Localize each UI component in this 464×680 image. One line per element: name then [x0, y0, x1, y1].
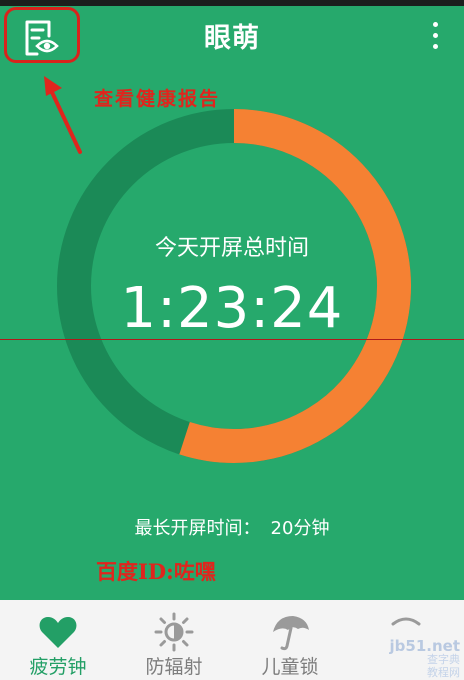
- longest-label: 最长开屏时间：: [134, 518, 261, 539]
- tab-child-lock[interactable]: 儿童锁: [232, 600, 348, 680]
- longest-screen-time: 最长开屏时间： 20分钟: [0, 514, 464, 540]
- app-title: 眼萌: [204, 23, 260, 54]
- today-screen-time-value: 1:23:24: [120, 276, 344, 341]
- sun-icon: [154, 612, 194, 652]
- longest-value: 20分钟: [270, 518, 330, 539]
- heart-icon: [39, 617, 77, 648]
- tab-anti-radiation[interactable]: 防辐射: [116, 600, 232, 680]
- tab-label: 防辐射: [145, 656, 203, 678]
- tab-label: 疲劳钟: [29, 656, 87, 678]
- tab-fatigue-clock[interactable]: 疲劳钟: [0, 600, 116, 680]
- divider-line: [0, 339, 464, 340]
- watermark-site: jb51.net: [389, 637, 460, 655]
- tab-label: 儿童锁: [261, 656, 319, 678]
- app-header: 眼萌: [0, 6, 464, 63]
- site-watermark: jb51.net 查字典 教程网: [340, 637, 460, 680]
- umbrella-icon: [273, 616, 309, 651]
- watermark-line2: 教程网: [427, 666, 460, 679]
- today-screen-time-label: 今天开屏总时间: [154, 236, 309, 261]
- report-hint-annotation: 查看健康报告: [94, 88, 221, 110]
- baidu-id-caption: 百度ID:咗嘿: [96, 559, 216, 584]
- overflow-menu-icon[interactable]: [420, 18, 450, 54]
